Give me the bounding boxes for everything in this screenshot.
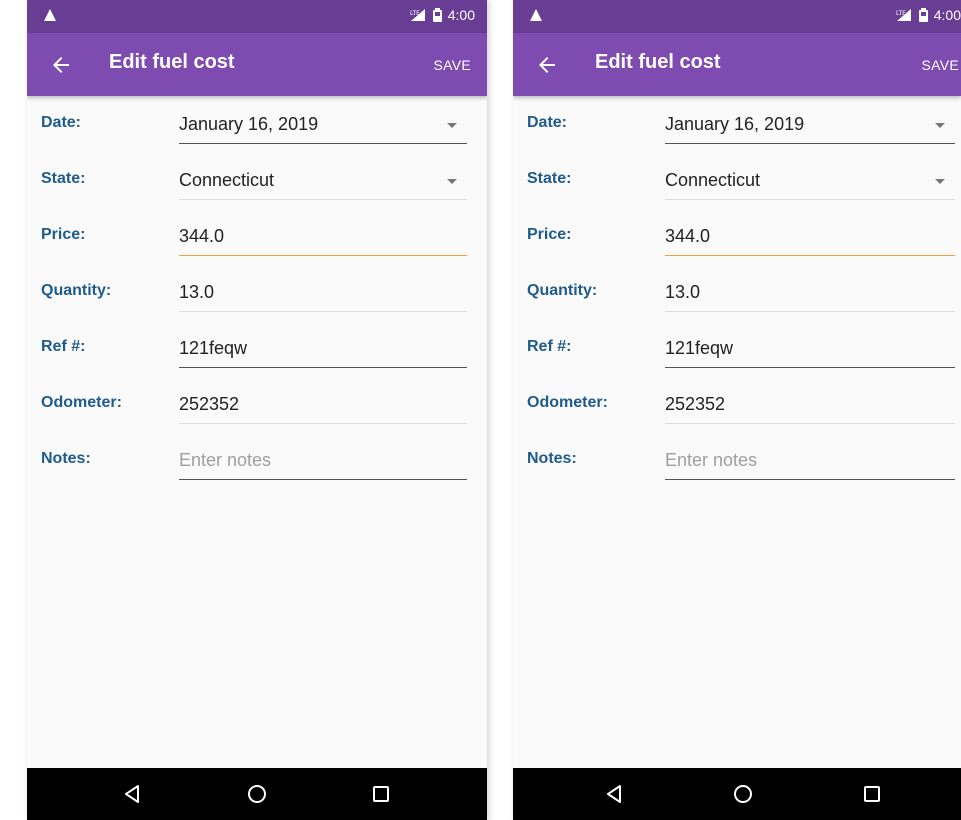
state-label: State: (527, 170, 572, 187)
phone-screen-right: LTE 4:00 Edit fuel cost SAVE Date: Janua… (513, 0, 961, 820)
price-label: Price: (41, 226, 86, 243)
price-value: 344.0 (665, 226, 711, 246)
warning-icon (44, 9, 56, 21)
save-button[interactable]: SAVE (921, 57, 959, 73)
odometer-value: 252352 (665, 394, 726, 414)
status-indicators: LTE 4:00 (895, 7, 961, 23)
price-row: Price: 344.0 (27, 208, 487, 264)
state-value: Connecticut (665, 170, 761, 190)
dropdown-icon (935, 179, 945, 184)
quantity-label: Quantity: (527, 282, 598, 299)
ref-input[interactable]: 121feqw (665, 330, 955, 368)
notes-placeholder: Enter notes (665, 450, 758, 470)
status-time: 4:00 (933, 7, 961, 23)
ref-value: 121feqw (665, 338, 734, 358)
ref-row: Ref #: 121feqw (27, 320, 487, 376)
battery-icon (432, 8, 442, 22)
date-row: Date: January 16, 2019 (513, 96, 961, 152)
ref-input[interactable]: 121feqw (179, 330, 467, 368)
price-label: Price: (527, 226, 572, 243)
notes-row: Notes: Enter notes (513, 432, 961, 488)
date-select[interactable]: January 16, 2019 (665, 106, 955, 144)
date-row: Date: January 16, 2019 (27, 96, 487, 152)
ref-label: Ref #: (41, 338, 86, 355)
ref-label: Ref #: (527, 338, 572, 355)
odometer-row: Odometer: 252352 (27, 376, 487, 432)
nav-recents-icon[interactable] (860, 782, 884, 806)
app-bar: Edit fuel cost SAVE (27, 33, 487, 96)
dropdown-icon (447, 179, 457, 184)
nav-back-icon[interactable] (603, 782, 627, 806)
notes-row: Notes: Enter notes (27, 432, 487, 488)
phone-screen-left: LTE 4:00 Edit fuel cost SAVE Date: Janua… (27, 0, 487, 820)
state-row: State: Connecticut (513, 152, 961, 208)
price-input[interactable]: 344.0 (179, 218, 467, 256)
state-select[interactable]: Connecticut (665, 162, 955, 200)
nav-recents-icon[interactable] (369, 782, 393, 806)
app-bar: Edit fuel cost SAVE (513, 33, 961, 96)
dropdown-icon (935, 123, 945, 128)
price-value: 344.0 (179, 226, 225, 246)
odometer-input[interactable]: 252352 (665, 386, 955, 424)
quantity-input[interactable]: 13.0 (179, 274, 467, 312)
date-label: Date: (41, 114, 82, 131)
quantity-value: 13.0 (179, 282, 215, 302)
warning-icon (530, 9, 542, 21)
quantity-value: 13.0 (665, 282, 701, 302)
odometer-label: Odometer: (41, 394, 122, 411)
price-row: Price: 344.0 (513, 208, 961, 264)
date-label: Date: (527, 114, 568, 131)
state-select[interactable]: Connecticut (179, 162, 467, 200)
status-time: 4:00 (447, 7, 475, 23)
notes-placeholder: Enter notes (179, 450, 272, 470)
quantity-label: Quantity: (41, 282, 112, 299)
quantity-row: Quantity: 13.0 (513, 264, 961, 320)
svg-text:LTE: LTE (410, 10, 420, 17)
page-title: Edit fuel cost (595, 51, 721, 73)
svg-text:LTE: LTE (896, 10, 906, 17)
ref-value: 121feqw (179, 338, 248, 358)
notes-input[interactable]: Enter notes (179, 442, 467, 480)
system-nav-bar (27, 768, 487, 820)
dropdown-icon (447, 123, 457, 128)
date-select[interactable]: January 16, 2019 (179, 106, 467, 144)
notes-label: Notes: (527, 450, 577, 467)
nav-back-icon[interactable] (121, 782, 145, 806)
ref-row: Ref #: 121feqw (513, 320, 961, 376)
notes-label: Notes: (41, 450, 91, 467)
system-nav-bar (513, 768, 961, 820)
state-row: State: Connecticut (27, 152, 487, 208)
signal-icon: LTE (410, 9, 425, 21)
odometer-input[interactable]: 252352 (179, 386, 467, 424)
odometer-row: Odometer: 252352 (513, 376, 961, 432)
date-value: January 16, 2019 (179, 114, 319, 134)
odometer-value: 252352 (179, 394, 240, 414)
status-indicators: LTE 4:00 (409, 7, 475, 23)
status-bar: LTE 4:00 (27, 0, 487, 33)
status-bar: LTE 4:00 (513, 0, 961, 33)
odometer-label: Odometer: (527, 394, 608, 411)
nav-home-icon[interactable] (245, 782, 269, 806)
back-arrow-icon[interactable] (49, 53, 73, 77)
price-input[interactable]: 344.0 (665, 218, 955, 256)
state-value: Connecticut (179, 170, 275, 190)
notes-input[interactable]: Enter notes (665, 442, 955, 480)
nav-home-icon[interactable] (731, 782, 755, 806)
date-value: January 16, 2019 (665, 114, 805, 134)
back-arrow-icon[interactable] (535, 53, 559, 77)
quantity-input[interactable]: 13.0 (665, 274, 955, 312)
quantity-row: Quantity: 13.0 (27, 264, 487, 320)
signal-icon: LTE (896, 9, 911, 21)
page-title: Edit fuel cost (109, 51, 235, 73)
battery-icon (918, 8, 928, 22)
save-button[interactable]: SAVE (433, 57, 471, 73)
state-label: State: (41, 170, 86, 187)
